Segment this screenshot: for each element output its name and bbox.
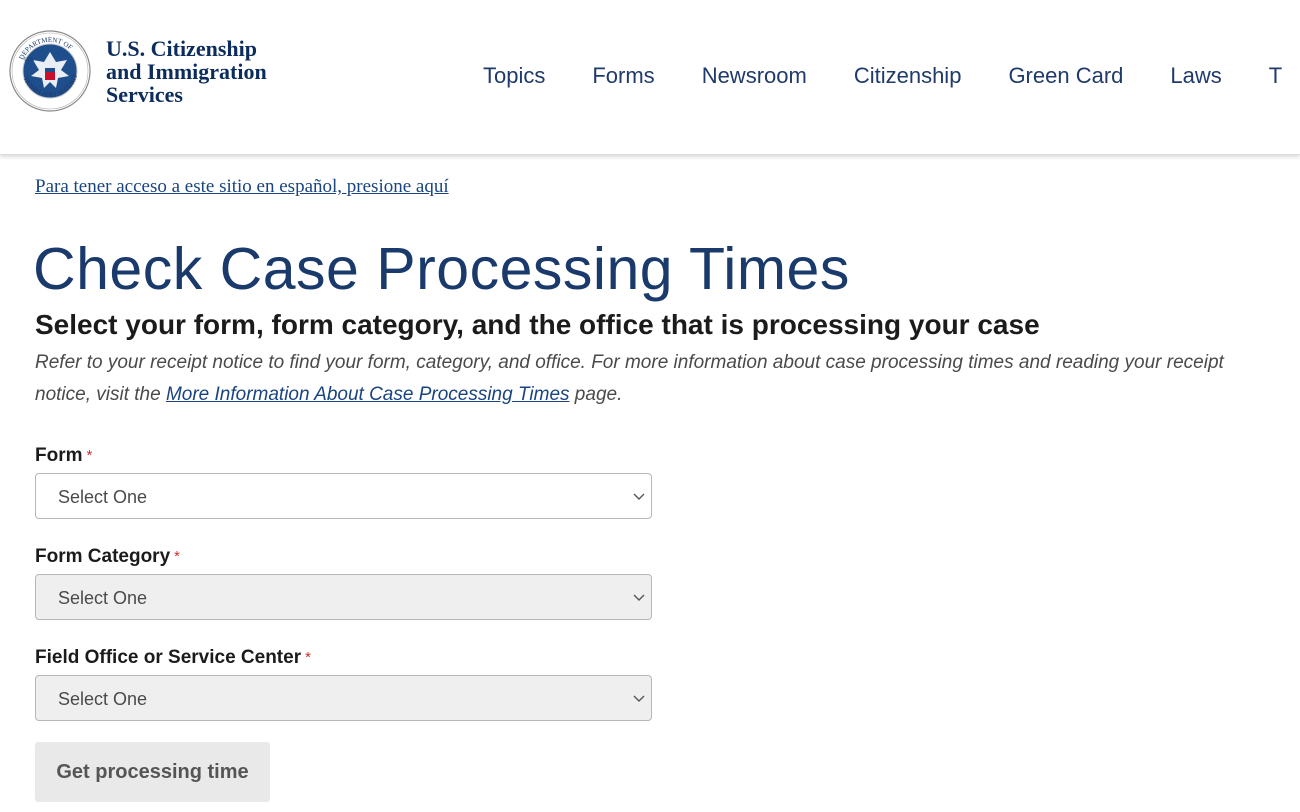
nav-item-newsroom[interactable]: Newsroom [702,62,807,90]
nav-item-topics[interactable]: Topics [483,62,545,90]
nav-item-green-card[interactable]: Green Card [1008,62,1123,90]
page-title: Check Case Processing Times [33,236,850,302]
page-subtitle: Select your form, form category, and the… [35,309,1040,340]
nav-item-laws[interactable]: Laws [1170,62,1221,90]
nav-item-citizenship[interactable]: Citizenship [854,62,962,90]
form-category-label-text: Form Category [35,546,171,567]
dhs-seal-icon[interactable]: DEPARTMENT OF HOMELAND SECURITY U.S. [9,30,91,112]
required-marker: * [86,447,93,464]
agency-name-line-1: U.S. Citizenship [106,36,257,61]
form-category-label: Form Category * [35,545,180,569]
form-select[interactable]: Select One [35,473,652,519]
nav-item-forms[interactable]: Forms [592,62,654,90]
field-office-label-text: Field Office or Service Center [35,647,302,668]
get-processing-time-button[interactable]: Get processing time [35,742,270,802]
site-header: DEPARTMENT OF HOMELAND SECURITY U.S. U.S… [0,0,1300,155]
help-text-after: page. [569,384,623,405]
agency-name-line-3: Services [106,82,183,107]
nav-item-truncated[interactable]: T [1269,62,1282,90]
chevron-down-icon [633,695,645,702]
help-text: Refer to your receipt notice to find you… [35,347,1285,411]
form-category-select[interactable]: Select One [35,574,652,620]
main-nav: Topics Forms Newsroom Citizenship Green … [483,62,1300,90]
field-office-label: Field Office or Service Center * [35,646,311,670]
required-marker: * [174,548,180,565]
form-label-text: Form [35,445,83,466]
form-category-select-value: Select One [58,588,148,608]
chevron-down-icon [633,493,645,500]
svg-text:U.S.: U.S. [24,57,35,63]
form-select-value: Select One [58,487,148,507]
spanish-language-link[interactable]: Para tener acceso a este sitio en españo… [35,176,449,198]
field-office-select-value: Select One [58,689,148,709]
chevron-down-icon [633,594,645,601]
more-information-link[interactable]: More Information About Case Processing T… [166,384,570,405]
field-office-select[interactable]: Select One [35,675,652,721]
required-marker: * [305,649,311,666]
agency-name-line-2: and Immigration [106,59,267,84]
form-label: Form * [35,444,92,468]
get-processing-time-label: Get processing time [56,761,249,783]
agency-name[interactable]: U.S. Citizenship and Immigration Service… [106,37,267,106]
